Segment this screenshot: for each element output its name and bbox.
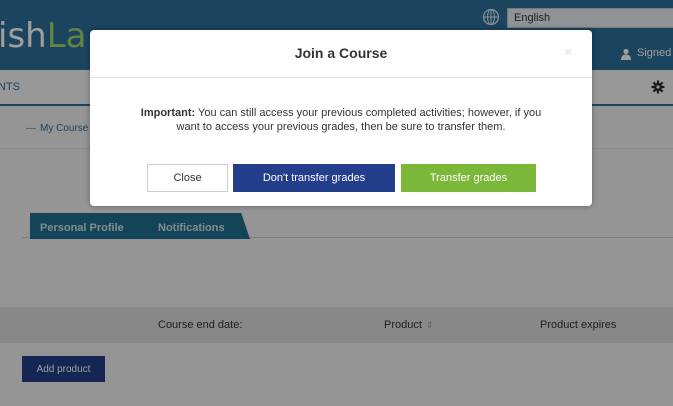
close-icon[interactable]: × bbox=[564, 44, 572, 59]
dont-transfer-grades-button[interactable]: Don't transfer grades bbox=[233, 164, 395, 192]
dialog-title: Join a Course bbox=[294, 45, 388, 61]
important-label: Important: bbox=[140, 107, 196, 119]
close-button[interactable]: Close bbox=[147, 164, 228, 192]
transfer-grades-button[interactable]: Transfer grades bbox=[401, 164, 536, 192]
page: ishLa English ▾ Signed NTS bbox=[0, 0, 673, 406]
message-line-1: You can still access your previous compl… bbox=[195, 107, 542, 119]
dialog-divider bbox=[90, 77, 592, 78]
join-course-dialog: Join a Course × Important: You can still… bbox=[90, 30, 592, 206]
dialog-message: Important: You can still access your pre… bbox=[108, 106, 574, 134]
message-line-2: want to access your previous grades, the… bbox=[176, 121, 506, 133]
